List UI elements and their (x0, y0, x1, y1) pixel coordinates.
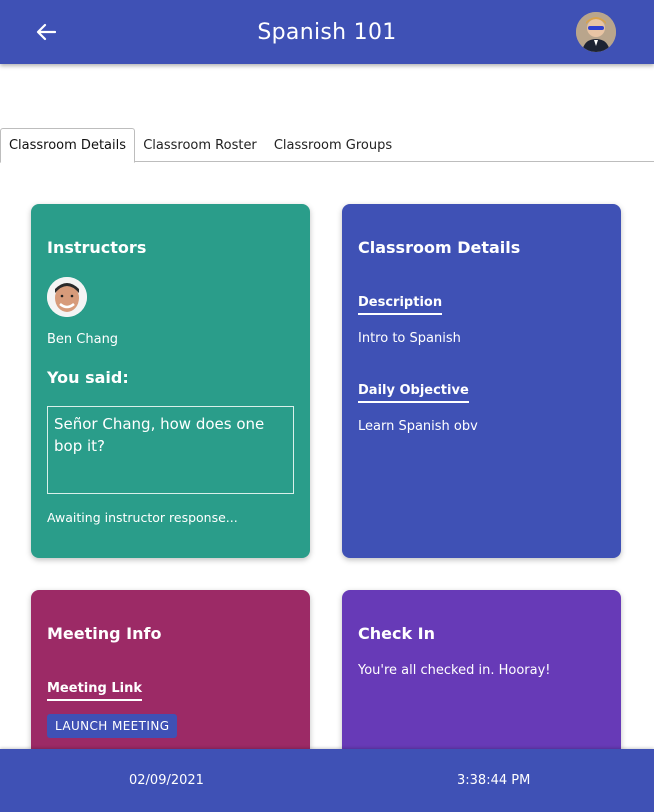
tab-classroom-roster[interactable]: Classroom Roster (140, 128, 260, 162)
description-text: Intro to Spanish (358, 331, 461, 346)
you-said-label: You said: (47, 368, 129, 387)
response-status: Awaiting instructor response... (47, 510, 238, 525)
launch-meeting-button[interactable]: LAUNCH MEETING (47, 714, 178, 738)
user-avatar[interactable] (576, 12, 616, 52)
instructors-card: Instructors Ben Chang You said: Señor Ch… (31, 204, 310, 558)
avatar-image (576, 12, 616, 52)
instructor-photo (47, 277, 87, 317)
check-in-title: Check In (358, 624, 436, 643)
instructors-title: Instructors (47, 238, 147, 257)
description-label: Description (358, 295, 443, 315)
page-title: Spanish 101 (257, 19, 397, 45)
meeting-link-label: Meeting Link (47, 681, 142, 701)
tab-bar: Classroom Details Classroom Roster Class… (0, 128, 654, 163)
instructor-name: Ben Chang (47, 332, 119, 347)
classroom-details-title: Classroom Details (358, 238, 521, 257)
instructor-avatar (47, 277, 87, 317)
tab-classroom-groups[interactable]: Classroom Groups (270, 128, 396, 162)
check-in-message: You're all checked in. Hooray! (358, 663, 551, 678)
daily-objective-text: Learn Spanish obv (358, 419, 478, 434)
classroom-details-card: Classroom Details Description Intro to S… (342, 204, 621, 558)
app-bar: Spanish 101 (0, 0, 654, 64)
back-button[interactable] (30, 18, 62, 46)
footer-bar: 02/09/2021 3:38:44 PM (0, 749, 654, 812)
footer-time: 3:38:44 PM (457, 773, 531, 788)
daily-objective-label: Daily Objective (358, 383, 469, 403)
message-box[interactable]: Señor Chang, how does one bop it? (47, 406, 294, 494)
footer-date: 02/09/2021 (129, 773, 204, 788)
meeting-info-title: Meeting Info (47, 624, 162, 643)
tab-classroom-details[interactable]: Classroom Details (0, 128, 135, 163)
arrow-left-icon (36, 23, 56, 41)
